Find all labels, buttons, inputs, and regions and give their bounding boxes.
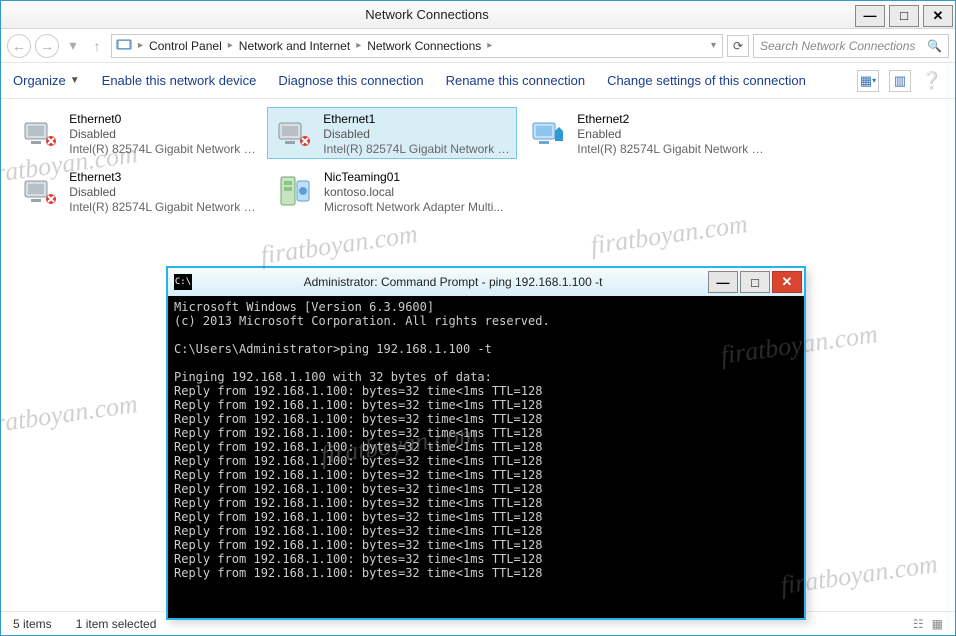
search-input[interactable]: Search Network Connections 🔍 [753,34,949,58]
rename-button[interactable]: Rename this connection [446,73,585,88]
connection-item-nicteaming[interactable]: NicTeaming01 kontoso.local Microsoft Net… [267,165,517,217]
organize-menu[interactable]: Organize ▼ [13,73,80,88]
back-button[interactable]: ← [7,34,31,58]
connection-desc: Microsoft Network Adapter Multi... [324,200,503,215]
connection-item-ethernet0[interactable]: Ethernet0 Disabled Intel(R) 82574L Gigab… [13,107,263,159]
details-pane-button[interactable]: ▥ [889,70,911,92]
connection-item-ethernet3[interactable]: Ethernet3 Disabled Intel(R) 82574L Gigab… [13,165,263,217]
connection-item-ethernet1[interactable]: Ethernet1 Disabled Intel(R) 82574L Gigab… [267,107,517,159]
cmd-window: C:\ Administrator: Command Prompt - ping… [166,266,806,620]
up-button[interactable]: ↑ [87,36,107,56]
cmd-output[interactable]: Microsoft Windows [Version 6.3.9600] (c)… [168,296,804,618]
connection-desc: Intel(R) 82574L Gigabit Network C... [577,142,764,157]
connection-item-ethernet2[interactable]: Ethernet2 Enabled Intel(R) 82574L Gigabi… [521,107,771,159]
window-title: Network Connections [1,7,853,22]
chevron-right-icon: ▸ [485,40,494,51]
help-icon[interactable]: ❔ [921,70,943,92]
connection-name: NicTeaming01 [324,170,503,185]
view-icons-button[interactable]: ▦▾ [857,70,879,92]
connection-name: Ethernet2 [577,112,764,127]
chevron-right-icon: ▸ [226,40,235,51]
details-view-icon[interactable]: ☷ [913,617,924,631]
recent-dropdown[interactable]: ▾ [63,36,83,56]
toolbar: Organize ▼ Enable this network device Di… [1,63,955,99]
titlebar: Network Connections — □ ✕ [1,1,955,29]
network-adapter-disabled-icon [20,170,61,212]
item-count: 5 items [13,617,52,631]
connection-name: Ethernet3 [69,170,256,185]
folder-icon [116,36,132,55]
network-adapter-disabled-icon [20,112,61,154]
breadcrumb-seg[interactable]: Network Connections [367,39,481,53]
address-bar[interactable]: ▸ Control Panel ▸ Network and Internet ▸… [111,34,723,58]
search-placeholder: Search Network Connections [760,39,915,53]
connection-name: Ethernet1 [323,112,510,127]
connection-desc: Intel(R) 82574L Gigabit Network C... [323,142,510,157]
large-icons-icon[interactable]: ▦ [932,617,943,631]
refresh-button[interactable]: ⟳ [727,35,749,57]
close-button[interactable]: ✕ [923,5,953,27]
breadcrumb-seg[interactable]: Network and Internet [239,39,350,53]
nic-teaming-icon [274,170,316,212]
cmd-icon: C:\ [174,274,192,290]
cmd-minimize-button[interactable]: — [708,271,738,293]
connection-status: Disabled [69,127,256,142]
change-settings-button[interactable]: Change settings of this connection [607,73,806,88]
diagnose-button[interactable]: Diagnose this connection [278,73,423,88]
network-adapter-disabled-icon [274,112,315,154]
cmd-close-button[interactable]: ✕ [772,271,802,293]
forward-button[interactable]: → [35,34,59,58]
navbar: ← → ▾ ↑ ▸ Control Panel ▸ Network and In… [1,29,955,63]
maximize-button[interactable]: □ [889,5,919,27]
chevron-right-icon: ▸ [136,40,145,51]
chevron-down-icon: ▼ [70,75,80,86]
minimize-button[interactable]: — [855,5,885,27]
network-adapter-enabled-icon [528,112,569,154]
cmd-titlebar[interactable]: C:\ Administrator: Command Prompt - ping… [168,268,804,296]
connection-desc: Intel(R) 82574L Gigabit Network C... [69,200,256,215]
connection-status: kontoso.local [324,185,503,200]
address-dropdown[interactable]: ▾ [709,40,718,51]
connection-status: Disabled [323,127,510,142]
connection-desc: Intel(R) 82574L Gigabit Network C... [69,142,256,157]
cmd-maximize-button[interactable]: □ [740,271,770,293]
connection-status: Disabled [69,185,256,200]
breadcrumb-seg[interactable]: Control Panel [149,39,222,53]
connection-status: Enabled [577,127,764,142]
selected-count: 1 item selected [76,617,157,631]
connection-name: Ethernet0 [69,112,256,127]
chevron-right-icon: ▸ [354,40,363,51]
search-icon: 🔍 [927,39,942,53]
cmd-title: Administrator: Command Prompt - ping 192… [198,275,708,289]
enable-device-button[interactable]: Enable this network device [102,73,257,88]
